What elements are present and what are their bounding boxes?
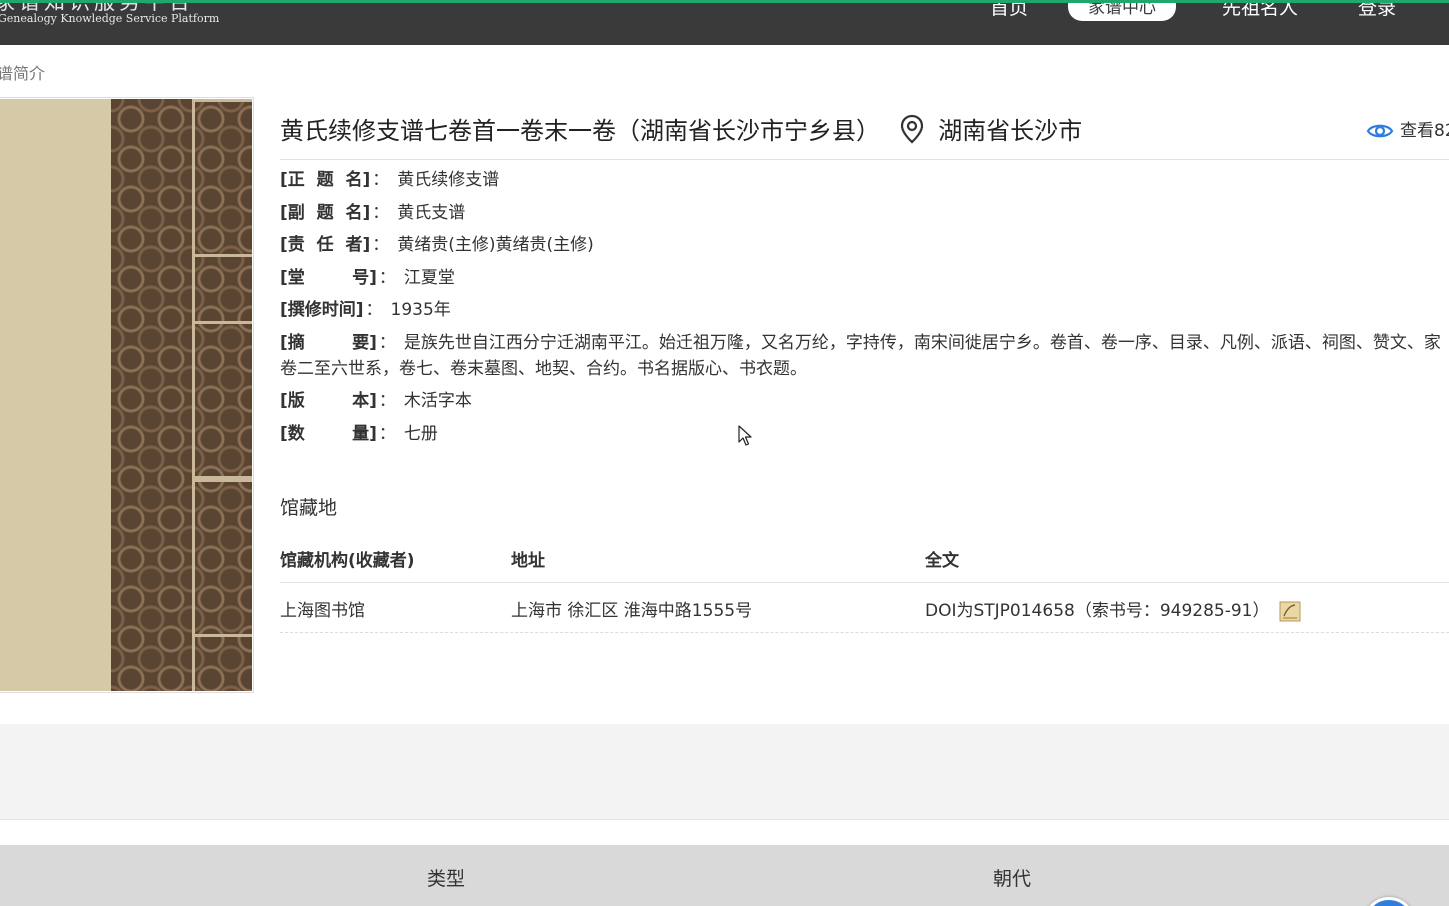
field-sub-title: [副 题 名]： 黄氏支谱 [280, 200, 465, 226]
eye-icon [1366, 124, 1394, 138]
field-separator: ： [365, 300, 383, 320]
field-abstract-continued: 卷二至六世系，卷七、卷末墓图、地契、合约。书名据版心、书衣题。 [280, 356, 807, 382]
view-count: 查看82 [1366, 116, 1449, 141]
field-value: 七册 [403, 424, 438, 444]
field-label: [正 题 名] [280, 170, 371, 190]
field-label: [摘 要] [280, 333, 377, 353]
fulltext-doi: DOI为STJP014658（索书号：949285-91） [925, 601, 1270, 621]
field-value: 黄氏支谱 [397, 203, 466, 223]
field-separator: ： [378, 268, 396, 288]
holdings-row-divider [280, 632, 1449, 633]
field-abstract: [摘 要]： 是族先世自江西分宁迁湖南平江。始迁祖万隆，又名万纶，字持传，南宋间徙… [280, 330, 1441, 356]
holdings-cell-institution: 上海图书馆 [280, 601, 365, 621]
field-hall: [堂 号]： 江夏堂 [280, 265, 455, 291]
book-title: 黄氏续修支谱七卷首一卷末一卷（湖南省长沙市宁乡县） [280, 117, 880, 145]
field-value: 1935年 [390, 300, 451, 320]
holdings-header-institution: 馆藏机构(收藏者) [280, 551, 415, 571]
field-value: 木活字本 [403, 391, 472, 411]
field-separator: ： [372, 235, 390, 255]
field-value: 黄绪贵(主修)黄绪贵(主修) [397, 235, 594, 255]
holdings-cell-fulltext: DOI为STJP014658（索书号：949285-91） [925, 596, 1301, 622]
field-label: [堂 号] [280, 268, 377, 288]
field-separator: ： [378, 391, 396, 411]
field-label: [副 题 名] [280, 203, 371, 223]
field-value: 江夏堂 [403, 268, 455, 288]
mouse-cursor-icon [738, 425, 752, 446]
field-compiled-time: [撰修时间]： 1935年 [280, 297, 451, 323]
cover-paper-strip [0, 99, 111, 691]
field-separator: ： [372, 170, 390, 190]
field-value: 黄氏续修支谱 [397, 170, 500, 190]
field-quantity: [数 量]： 七册 [280, 421, 438, 447]
cover-label-box [195, 99, 252, 257]
top-nav-bar: 家谱知识服务平台 Genealogy Knowledge Service Pla… [0, 0, 1449, 45]
holdings-header-address: 地址 [511, 551, 545, 571]
nav-ancestors[interactable]: 先祖名人 [1222, 3, 1298, 20]
field-label: [数 量] [280, 424, 377, 444]
book-cover-image [0, 97, 254, 693]
field-separator: ： [378, 424, 396, 444]
field-label: [撰修时间] [280, 300, 364, 320]
holdings-cell-address: 上海市 徐汇区 淮海中路1555号 [511, 601, 753, 621]
field-responsible: [责 任 者]： 黄绪贵(主修)黄绪贵(主修) [280, 232, 594, 258]
nav-home[interactable]: 首页 [990, 3, 1028, 20]
book-location[interactable]: 湖南省长沙市 [938, 111, 1082, 146]
fulltext-document-icon[interactable] [1279, 600, 1301, 622]
field-label: [版 本] [280, 391, 377, 411]
field-value: 是族先世自江西分宁迁湖南平江。始迁祖万隆，又名万纶，字持传，南宋间徙居宁乡。卷首… [403, 333, 1441, 353]
footer-filter-band [0, 845, 1449, 906]
field-edition: [版 本]： 木活字本 [280, 388, 472, 414]
field-label: [责 任 者] [280, 235, 371, 255]
title-divider [280, 159, 1449, 160]
view-count-text: 查看82 [1400, 121, 1449, 141]
site-logo-en[interactable]: Genealogy Knowledge Service Platform [0, 12, 219, 25]
book-title-row: 黄氏续修支谱七卷首一卷末一卷（湖南省长沙市宁乡县） 湖南省长沙市 [280, 111, 1082, 147]
cover-label-box [195, 321, 252, 479]
field-value: 卷二至六世系，卷七、卷末墓图、地契、合约。书名据版心、书衣题。 [280, 359, 807, 379]
footer-dynasty-label[interactable]: 朝代 [993, 864, 1031, 891]
holdings-header-divider [280, 582, 1449, 583]
field-separator: ： [372, 203, 390, 223]
footer-type-label[interactable]: 类型 [427, 864, 465, 891]
breadcrumb: 谱简介 [0, 64, 46, 83]
nav-genealogy-center[interactable]: 家谱中心 [1068, 3, 1176, 21]
field-main-title: [正 题 名]： 黄氏续修支谱 [280, 167, 499, 193]
nav-login[interactable]: 登录 [1358, 3, 1396, 20]
cover-label-box [195, 479, 252, 637]
holdings-section-title: 馆藏地 [280, 497, 338, 519]
holdings-header-fulltext: 全文 [925, 551, 959, 571]
field-separator: ： [378, 333, 396, 353]
location-pin-icon [900, 114, 924, 143]
gray-section-band [0, 724, 1449, 820]
